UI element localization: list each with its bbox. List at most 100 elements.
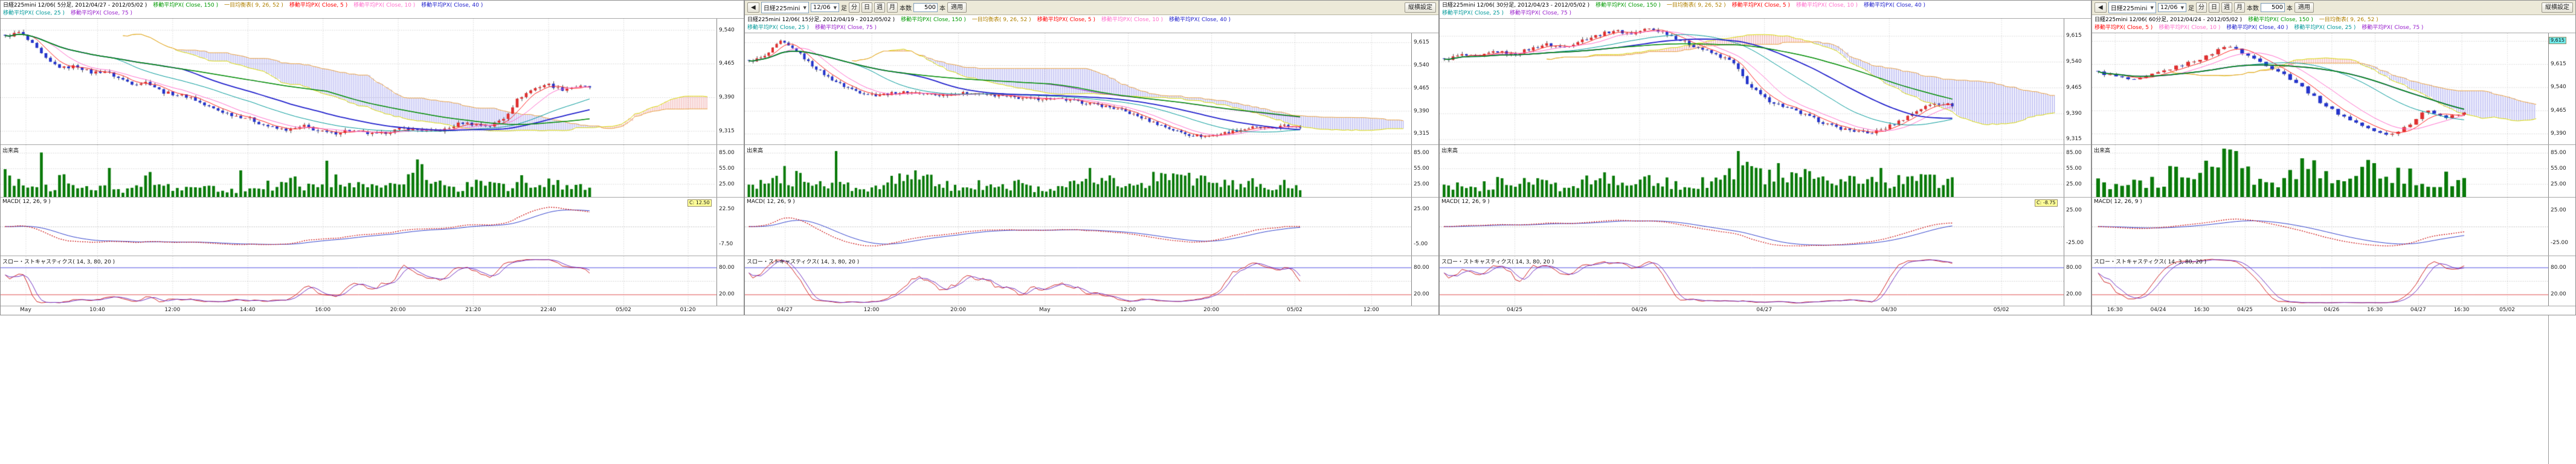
layout-settings-button[interactable]: 縦横設定 (1405, 2, 1436, 13)
period-button-3[interactable]: 週 (2221, 2, 2232, 13)
price-canvas[interactable] (2092, 33, 2549, 144)
period-button-1[interactable]: 分 (849, 2, 860, 13)
legend-row: 日経225mini 12/06( 30分足, 2012/04/23 - 2012… (1442, 2, 2088, 10)
volume-canvas[interactable] (1440, 145, 2064, 197)
macd-canvas[interactable] (745, 198, 1412, 256)
legend-row: 移動平均PX( Close, 25 )移動平均PX( Close, 75 ) (747, 24, 1436, 32)
legend: 日経225mini 12/06( 15分足, 2012/04/19 - 2012… (745, 15, 1438, 33)
apply-button[interactable]: 適用 (947, 2, 967, 13)
macd-canvas[interactable] (1, 198, 717, 256)
price-pane: 9,6909,6159,5409,4659,3909,615 (2092, 33, 2575, 144)
instrument-select[interactable]: 日経225mini▼ (761, 2, 809, 13)
period-button-1[interactable]: 分 (2196, 2, 2207, 13)
macd-pane: MACD( 12, 26, 9 )25.00-5.00 (745, 197, 1438, 256)
chevron-down-icon: ▼ (2181, 5, 2184, 10)
price-pane: 9,6159,5409,4659,3909,315 (745, 33, 1438, 144)
axis-tick-label: 20.00 (1414, 291, 1429, 297)
chevron-down-icon: ▼ (2150, 5, 2153, 10)
axis-tick-label: 85.00 (2066, 150, 2082, 156)
axis-tick-label: 55.00 (2066, 166, 2082, 172)
time-tick-label: 12:00 (864, 307, 880, 313)
legend-item: 一目均衡表( 9, 26, 52 ) (224, 2, 283, 8)
apply-button[interactable]: 適用 (2294, 2, 2314, 13)
price-canvas[interactable] (745, 33, 1412, 144)
price-canvas[interactable] (1440, 19, 2064, 144)
bars-count-input[interactable] (913, 3, 938, 12)
stochastics-pane: スロー・ストキャスティクス( 14, 3, 80, 20 )80.0020.00 (745, 256, 1438, 306)
time-tick-label: 04/27 (777, 307, 793, 313)
time-tick-label: 04/25 (1507, 307, 1522, 313)
legend-row: 日経225mini 12/06( 5分足, 2012/04/27 - 2012/… (3, 2, 741, 10)
time-tick-label: 16:00 (315, 307, 330, 313)
pane-title: MACD( 12, 26, 9 ) (2094, 199, 2142, 205)
stochastics-pane: スロー・ストキャスティクス( 14, 3, 80, 20 )80.0020.00 (1440, 256, 2091, 306)
axis-tick-label: 80.00 (2066, 265, 2082, 271)
period-button-4[interactable]: 月 (887, 2, 898, 13)
legend-item: 移動平均PX( Close, 40 ) (2226, 25, 2288, 31)
legend-item: 移動平均PX( Close, 150 ) (901, 17, 966, 23)
axis-tick-label: -25.00 (2551, 240, 2568, 246)
axis-tick-label: 55.00 (719, 166, 735, 172)
contract-select[interactable]: 12/06▼ (2158, 3, 2186, 12)
legend-item: 移動平均PX( Close, 5 ) (1037, 17, 1095, 23)
legend-item: 移動平均PX( Close, 40 ) (1864, 2, 1925, 8)
time-tick-label: 14:40 (240, 307, 256, 313)
axis-tick-label: 9,465 (1414, 85, 1429, 91)
axis-tick-label: -5.00 (1414, 241, 1428, 247)
legend-item: 一目均衡表( 9, 26, 52 ) (2319, 17, 2378, 23)
stochastics-pane: スロー・ストキャスティクス( 14, 3, 80, 20 )80.0020.00 (2092, 256, 2575, 306)
volume-canvas[interactable] (745, 145, 1412, 197)
time-tick-label: 05/02 (616, 307, 631, 313)
macd-canvas[interactable] (2092, 198, 2549, 256)
period-button-3[interactable]: 週 (874, 2, 885, 13)
axis-tick-label: 9,390 (1414, 108, 1429, 114)
axis-tick-label: 9,390 (2066, 111, 2082, 117)
layout-settings-button[interactable]: 縦横設定 (2542, 2, 2573, 13)
bars-unit: 本 (939, 3, 945, 12)
legend-item: 移動平均PX( Close, 10 ) (353, 2, 415, 8)
chart-area: 9,6909,6159,5409,4659,3909,615出来高85.0055… (2092, 33, 2575, 315)
axis-tick-label: 85.00 (2551, 150, 2566, 156)
chevron-down-icon: ▼ (803, 5, 806, 10)
instrument-select-value: 日経225mini (2111, 3, 2148, 12)
price-canvas[interactable] (1, 19, 717, 144)
value-badge: C: -8.75 (2035, 199, 2058, 207)
pane-title: MACD( 12, 26, 9 ) (2, 199, 51, 205)
time-tick-label: May (1039, 307, 1051, 313)
axis-tick-label: -25.00 (2066, 240, 2084, 246)
instrument-select-value: 日経225mini (764, 3, 800, 12)
time-tick-label: 04/26 (2323, 307, 2339, 313)
axis-tick-label: 9,390 (2551, 130, 2566, 137)
back-button[interactable]: ◀ (2095, 2, 2107, 13)
pane-title: 出来高 (2094, 146, 2110, 154)
period-button-2[interactable]: 日 (861, 2, 872, 13)
legend: 日経225mini 12/06( 5分足, 2012/04/27 - 2012/… (1, 1, 744, 18)
volume-canvas[interactable] (2092, 145, 2549, 197)
time-axis: 04/2504/2604/2704/3005/02 (1440, 306, 2091, 315)
time-tick-label: 12:00 (1120, 307, 1136, 313)
axis-tick-label: 9,540 (719, 27, 735, 33)
macd-canvas[interactable] (1440, 198, 2064, 256)
instrument-select[interactable]: 日経225mini▼ (2108, 2, 2156, 13)
back-button[interactable]: ◀ (747, 2, 759, 13)
period-button-2[interactable]: 日 (2209, 2, 2220, 13)
volume-canvas[interactable] (1, 145, 717, 197)
time-axis: 04/2712:0020:00May12:0020:0005/0212:00 (745, 306, 1438, 315)
time-tick-label: 05/02 (2499, 307, 2515, 313)
volume-pane: 出来高85.0055.0025.00 (1, 144, 744, 197)
period-button-4[interactable]: 月 (2234, 2, 2245, 13)
chart-panel-3: 日経225mini 12/06( 30分足, 2012/04/23 - 2012… (1439, 0, 2091, 315)
pane-title: スロー・ストキャスティクス( 14, 3, 80, 20 ) (2, 257, 115, 265)
time-tick-label: 22:40 (541, 307, 556, 313)
axis-tick-label: -7.50 (719, 241, 733, 247)
legend-item: 移動平均PX( Close, 150 ) (1596, 2, 1661, 8)
bars-count-input[interactable] (2261, 3, 2285, 12)
axis-tick-label: 80.00 (2551, 265, 2566, 271)
axis-tick-label: 85.00 (719, 150, 735, 156)
contract-select[interactable]: 12/06▼ (811, 3, 839, 12)
axis-tick-label: 9,390 (719, 94, 735, 100)
chart-area: 9,6159,5409,4659,3909,315出来高85.0055.0025… (1440, 18, 2091, 315)
time-tick-label: 04/24 (2151, 307, 2166, 313)
time-tick-label: 20:00 (390, 307, 406, 313)
axis-tick-label: 25.00 (2551, 207, 2566, 213)
